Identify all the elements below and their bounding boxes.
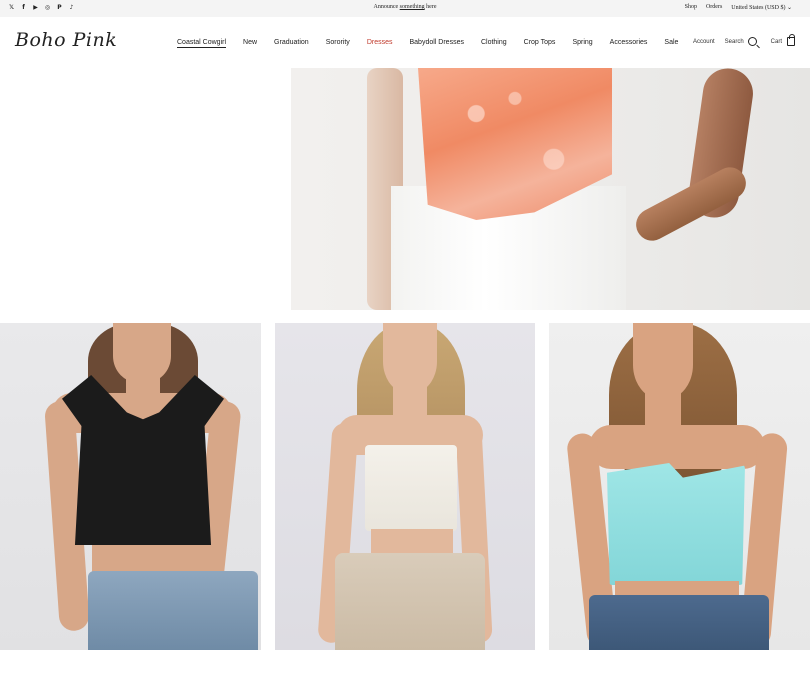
blue-jeans — [589, 595, 769, 650]
utility-links: Shop Orders United States (USD $) ⌄ — [685, 4, 792, 11]
site-logo[interactable]: Boho Pink — [15, 29, 117, 51]
site-header: Boho Pink Coastal Cowgirl New Graduation… — [0, 17, 810, 68]
account-link[interactable]: Account — [693, 39, 715, 45]
cart-icon[interactable] — [787, 34, 795, 46]
aqua-tube-top — [607, 463, 745, 585]
announcement-prefix: Announce — [373, 4, 400, 10]
hero-image[interactable] — [291, 68, 810, 310]
shop-link[interactable]: Shop — [685, 4, 697, 11]
model-face — [633, 323, 693, 399]
orders-link[interactable]: Orders — [706, 4, 722, 11]
nav-item-graduation[interactable]: Graduation — [274, 39, 309, 48]
announcement-suffix: here — [424, 4, 437, 10]
announcement-bar: 𝕏 f ▶ ◎ P ♪ Announce something here Shop… — [0, 0, 810, 17]
product-card-white-tube-top[interactable] — [275, 323, 535, 650]
nav-item-spring[interactable]: Spring — [572, 39, 592, 48]
nav-item-dresses[interactable]: Dresses — [367, 39, 393, 48]
hero-right-arm — [591, 68, 771, 273]
main-nav: Coastal Cowgirl New Graduation Sorority … — [177, 39, 678, 48]
product-card-aqua-tube-top[interactable] — [549, 323, 810, 650]
currency-label: United States (USD $) — [731, 5, 786, 11]
header-actions: Account Search Cart — [693, 34, 795, 46]
currency-selector[interactable]: United States (USD $) ⌄ — [731, 4, 792, 11]
white-tube-top — [365, 445, 457, 531]
model-neck — [645, 389, 681, 429]
model-shoulders — [589, 425, 765, 469]
nav-item-accessories[interactable]: Accessories — [610, 39, 648, 48]
nav-item-coastal-cowgirl[interactable]: Coastal Cowgirl — [177, 39, 227, 48]
nav-item-clothing[interactable]: Clothing — [481, 39, 507, 48]
nav-item-sale[interactable]: Sale — [664, 39, 678, 48]
search-icon[interactable] — [747, 37, 757, 46]
product-card-black-top[interactable] — [0, 323, 261, 650]
beige-pants — [335, 553, 485, 650]
nav-item-new[interactable]: New — [243, 39, 257, 48]
blue-jeans — [88, 571, 258, 650]
announcement-link[interactable]: something — [400, 4, 425, 10]
cart-label[interactable]: Cart — [771, 39, 782, 45]
nav-item-sorority[interactable]: Sorority — [326, 39, 350, 48]
nav-item-crop-tops[interactable]: Crop Tops — [524, 39, 556, 48]
search-label[interactable]: Search — [725, 39, 744, 45]
nav-item-babydoll-dresses[interactable]: Babydoll Dresses — [410, 39, 464, 48]
chevron-down-icon: ⌄ — [786, 5, 792, 11]
